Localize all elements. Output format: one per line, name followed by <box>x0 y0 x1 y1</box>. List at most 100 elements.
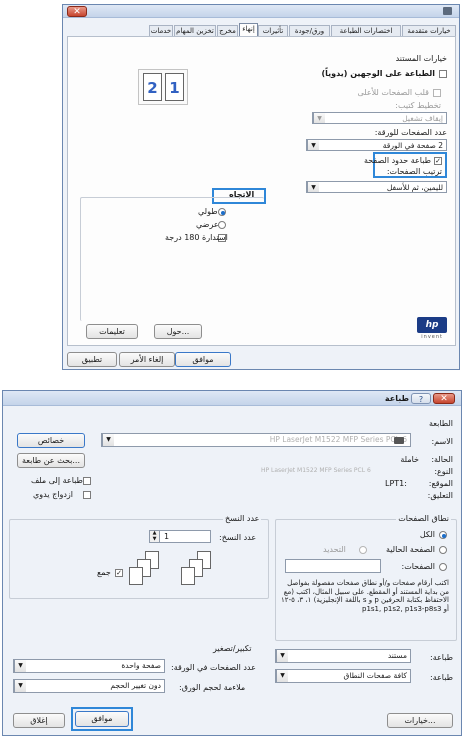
status-label: الحالة: <box>431 455 453 464</box>
close-icon[interactable]: ✕ <box>67 6 87 17</box>
printer-name-select[interactable]: HP LaserJet M1522 MFP Series PCL 6 ▼ <box>101 433 411 447</box>
current-page-radio[interactable] <box>439 546 447 554</box>
print-both-sides-checkbox[interactable] <box>439 70 447 78</box>
chevron-down-icon: ▼ <box>307 182 319 192</box>
close-icon[interactable]: ✕ <box>433 393 455 404</box>
pages-per-sheet-value: 2 صفحة في الورقة <box>382 141 443 150</box>
selection-radio[interactable] <box>359 546 367 554</box>
tab-output[interactable]: مخرج <box>217 25 238 36</box>
flip-pages-checkbox[interactable] <box>433 89 441 97</box>
collate-icon <box>175 551 235 589</box>
close-button[interactable]: إغلاق <box>13 713 65 728</box>
chevron-down-icon: ▼ <box>307 140 319 150</box>
where-value: LPT1: <box>385 479 407 488</box>
options-button[interactable]: خيارات... <box>387 713 453 728</box>
properties-button[interactable]: خصائص <box>17 433 85 448</box>
where-label: الموقع: <box>428 479 453 488</box>
current-page-label: الصفحة الحالية <box>385 545 435 554</box>
zoom-pages-per-sheet-label: عدد الصفحات في الورقة: <box>171 663 256 672</box>
booklet-layout-label: تخطيط كتيب: <box>395 101 441 110</box>
print-what-label: طباعة: <box>430 653 453 662</box>
pages-per-sheet-label: عدد الصفحات للورقة: <box>374 128 447 137</box>
ok-button[interactable]: موافق <box>175 352 231 367</box>
page-order-label: ترتيب الصفحات: <box>386 167 442 176</box>
preview-page-1: 1 <box>165 73 184 101</box>
name-label: الاسم: <box>431 437 453 446</box>
apply-button[interactable]: تطبيق <box>67 352 117 367</box>
sheet-icon <box>181 567 195 585</box>
print-what-value: مستند <box>387 651 407 660</box>
portrait-label: طولي <box>198 207 218 216</box>
tab-advanced[interactable]: خيارات متقدمة <box>402 25 456 36</box>
page-order-select[interactable]: لليمين، ثم للأسفل ▼ <box>306 181 447 193</box>
chevron-down-icon: ▼ <box>276 650 288 662</box>
portrait-radio[interactable] <box>218 208 226 216</box>
chevron-down-icon: ▼ <box>14 660 26 672</box>
preview-page-2: 2 <box>143 73 162 101</box>
chevron-down-icon: ▼ <box>313 113 325 123</box>
pages-input[interactable] <box>285 559 381 573</box>
print-to-file-checkbox[interactable] <box>83 477 91 485</box>
chevron-down-icon: ▼ <box>102 434 114 446</box>
manual-duplex-checkbox[interactable] <box>83 491 91 499</box>
printer-icon <box>394 437 404 444</box>
print-page-borders-checkbox[interactable]: ✓ <box>434 157 442 165</box>
zoom-title: تكبير/تصغير <box>213 644 252 653</box>
help-button[interactable]: تعليمات <box>86 324 138 339</box>
help-icon[interactable]: ? <box>411 393 431 404</box>
pages-radio[interactable] <box>439 563 447 571</box>
scale-value: دون تغيير الحجم <box>110 681 161 690</box>
tab-job-storage[interactable]: تخزين المهام <box>174 25 216 36</box>
print-value: كافة صفحات النطاق <box>343 671 407 680</box>
flip-pages-label: قلب الصفحات للأعلى <box>357 88 430 97</box>
copies-title: عدد النسخ <box>223 514 262 523</box>
manual-duplex-label: ازدواج يدوي <box>33 490 73 499</box>
collate-icon-2 <box>123 551 183 589</box>
print-page-borders-label: طباعة حدود الصفحة <box>363 156 431 165</box>
about-button[interactable]: حول... <box>154 324 202 339</box>
zoom-pages-per-sheet-value: صفحة واحدة <box>121 661 161 670</box>
print-label: طباعة: <box>430 673 453 682</box>
tab-paper-quality[interactable]: ورق/جودة <box>289 25 330 36</box>
print-what-select[interactable]: مستند ▼ <box>275 649 411 663</box>
title-bar <box>63 5 459 18</box>
tab-services[interactable]: خدمات <box>149 25 173 36</box>
tab-effects[interactable]: تأثيرات <box>258 25 288 36</box>
print-select[interactable]: كافة صفحات النطاق ▼ <box>275 669 411 683</box>
pages-per-sheet-select[interactable]: 2 صفحة في الورقة ▼ <box>306 139 447 151</box>
pages-help-text: اكتب أرقام صفحات و/أو نطاق صفحات مفصولة … <box>281 579 449 613</box>
zoom-pages-per-sheet-select[interactable]: صفحة واحدة ▼ <box>13 659 165 673</box>
print-dialog: ✕ ? طباعة الطابعة الاسم: HP LaserJet M15… <box>2 390 462 736</box>
all-radio[interactable] <box>439 531 447 539</box>
document-options-title: خيارات المستند <box>395 54 447 63</box>
landscape-radio[interactable] <box>218 221 226 229</box>
tab-shortcuts[interactable]: اختصارات الطباعة <box>331 25 401 36</box>
print-both-sides-label: الطباعة على الوجهين (يدوياً) <box>321 69 436 78</box>
booklet-layout-select[interactable]: إيقاف تشغيل ▼ <box>312 112 447 124</box>
print-to-file-label: طباعة إلى ملف <box>31 476 83 485</box>
ok-button[interactable]: موافق <box>75 711 129 727</box>
cancel-button[interactable]: إلغاء الأمر <box>119 352 175 367</box>
finishing-panel: خيارات المستند الطباعة على الوجهين (يدوي… <box>67 36 456 346</box>
dialog-title: طباعة <box>384 394 409 403</box>
orientation-group <box>80 197 264 321</box>
type-value: HP LaserJet M1522 MFP Series PCL 6 <box>261 467 371 474</box>
tab-finishing[interactable]: إنهاء <box>239 23 258 37</box>
copies-label: عدد النسخ: <box>219 533 257 542</box>
scale-select[interactable]: دون تغيير الحجم ▼ <box>13 679 165 693</box>
sheet-icon <box>129 567 143 585</box>
collate-checkbox[interactable]: ✓ <box>115 569 123 577</box>
printer-icon <box>443 7 452 15</box>
page-preview: 2 1 <box>138 69 188 105</box>
spinner-icon[interactable]: ▲ ▼ <box>150 530 160 542</box>
page-order-value: لليمين، ثم للأسفل <box>386 183 443 192</box>
scale-label: ملاءمة لحجم الورق: <box>179 683 246 692</box>
chevron-down-icon: ▼ <box>14 680 26 692</box>
rotate-180-label: استدارة 180 درجة <box>165 233 228 242</box>
comment-label: التعليق: <box>427 491 453 500</box>
copies-stepper[interactable]: 1 ▲ ▼ <box>149 530 211 543</box>
booklet-layout-value: إيقاف تشغيل <box>402 114 443 123</box>
collate-label: جمع <box>97 568 111 577</box>
printer-properties-dialog: ✕ خيارات متقدمة اختصارات الطباعة ورق/جود… <box>62 4 460 370</box>
find-printer-button[interactable]: بحث عن طابعة... <box>17 453 85 468</box>
